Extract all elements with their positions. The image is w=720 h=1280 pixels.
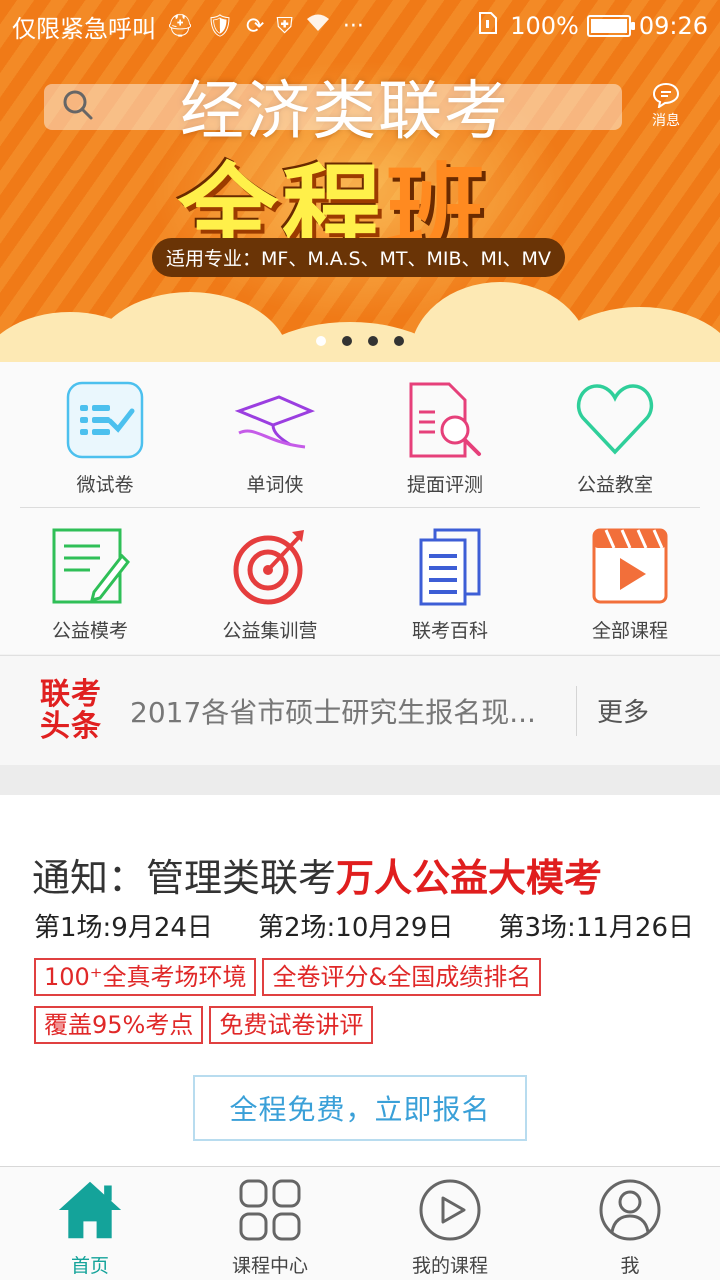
news-headline[interactable]: 2017各省市硕士研究生报名现... (130, 691, 570, 731)
battery-percent: 100% (510, 12, 579, 40)
feature-tag: 免费试卷讲评 (209, 1006, 374, 1044)
carousel-dot (368, 336, 378, 346)
book-list-icon (410, 526, 490, 606)
divider (576, 685, 577, 736)
grid-icon (237, 1177, 303, 1243)
grid-item-all-courses[interactable]: 全部课程 (540, 508, 720, 654)
news-ticker[interactable]: 联考 头条 2017各省市硕士研究生报名现... 更多 (0, 655, 720, 765)
grid-item-interview-eval[interactable]: 提面评测 (360, 362, 530, 507)
tab-label: 首页 (70, 1255, 109, 1277)
status-bar: 仅限紧急呼叫 ⛑ 🛡 ⟳ ⛨ ··· 100% 09:26 (0, 0, 720, 52)
tab-label: 课程中心 (231, 1255, 308, 1277)
play-circle-icon (417, 1177, 483, 1243)
security-icon: ⛨ (276, 13, 293, 39)
grid-item-charity-camp[interactable]: 公益集训营 (180, 508, 360, 654)
feature-tag: 覆盖95%考点 (34, 1006, 204, 1044)
grid-item-label: 全部课程 (591, 620, 668, 642)
home-icon (57, 1177, 123, 1243)
notification-icon: ⛑ (166, 13, 194, 39)
grid-item-label: 提面评测 (406, 474, 483, 496)
carrier-text: 仅限紧急呼叫 (12, 14, 156, 43)
grid-item-micro-exam[interactable]: 微试卷 (20, 362, 190, 507)
carousel-dot (342, 336, 352, 346)
session-2: 第2场:10月29日 (257, 913, 454, 943)
message-label: 消息 (652, 113, 680, 129)
banner-clouds (0, 262, 720, 362)
grid-item-charity-classroom[interactable]: 公益教室 (530, 362, 700, 507)
news-logo-line1: 联考 (40, 676, 102, 712)
carousel-dot (316, 336, 326, 346)
news-logo: 联考 头条 (40, 676, 112, 744)
document-search-icon (405, 380, 485, 460)
feature-tag: 全卷评分&全国成绩排名 (262, 958, 542, 996)
tab-label: 我的课程 (411, 1255, 488, 1277)
section-divider (0, 765, 720, 795)
more-button[interactable]: 更多 (597, 692, 649, 729)
heart-icon (575, 380, 655, 460)
more-icon: ··· (342, 13, 364, 39)
notice-title-prefix: 通知：管理类联考 (32, 856, 337, 900)
clock: 09:26 (638, 12, 708, 40)
notice-title-highlight: 万人公益大模考 (336, 856, 603, 900)
feature-grid: 微试卷 单词侠 提面评测 公益教室 公益模考 公益集训营 联考百科 全部课程 (0, 362, 720, 654)
session-list: 第1场:9月24日 第2场:10月29日 第3场:11月26日 (34, 907, 694, 944)
bottom-tab-bar: 首页 课程中心 我的课程 我 (0, 1166, 720, 1280)
grid-item-label: 公益模考 (51, 620, 128, 642)
search-icon (62, 89, 94, 125)
shield-icon: 🛡 (205, 13, 234, 39)
tab-me[interactable]: 我 (540, 1167, 720, 1280)
banner-carousel[interactable]: 经济类联考 全程班 适用专业：MF、M.A.S、MT、MIB、MI、MV (0, 0, 720, 362)
wifi-icon (305, 13, 331, 39)
feature-tags: 100⁺全真考场环境 全卷评分&全国成绩排名 覆盖95%考点 免费试卷讲评 (34, 958, 694, 1054)
message-button[interactable]: 消息 (640, 82, 692, 130)
session-1: 第1场:9月24日 (34, 913, 213, 943)
exam-check-icon (65, 380, 145, 460)
notice-card: 通知：管理类联考万人公益大模考 第1场:9月24日 第2场:10月29日 第3场… (0, 795, 720, 1167)
news-logo-line2: 头条 (40, 708, 102, 744)
notice-title: 通知：管理类联考万人公益大模考 (32, 847, 602, 902)
target-icon (230, 526, 310, 606)
grid-item-label: 公益教室 (576, 474, 653, 496)
search-bar[interactable] (44, 84, 622, 130)
grid-item-exam-encyclopedia[interactable]: 联考百科 (360, 508, 540, 654)
sim-icon (478, 11, 498, 41)
banner-subtitle: 适用专业：MF、M.A.S、MT、MIB、MI、MV (152, 238, 565, 277)
tab-course-center[interactable]: 课程中心 (180, 1167, 360, 1280)
grid-item-label: 公益集训营 (222, 620, 318, 642)
tab-my-courses[interactable]: 我的课程 (360, 1167, 540, 1280)
grid-item-label: 微试卷 (76, 474, 134, 496)
chat-bubble-icon (640, 82, 692, 108)
battery-icon (586, 15, 635, 37)
signup-button[interactable]: 全程免费，立即报名 (193, 1075, 527, 1141)
feature-tag: 100⁺全真考场环境 (34, 958, 257, 996)
video-play-icon (590, 526, 670, 606)
grid-item-word-hero[interactable]: 单词侠 (190, 362, 360, 507)
carousel-indicator (0, 336, 720, 346)
grid-item-label: 单词侠 (246, 474, 304, 496)
carousel-dot (394, 336, 404, 346)
tab-label: 我 (620, 1255, 640, 1277)
sync-icon: ⟳ (245, 13, 265, 39)
notepad-pencil-icon (50, 526, 130, 606)
user-icon (597, 1177, 663, 1243)
tab-home[interactable]: 首页 (0, 1167, 180, 1280)
graduation-cap-icon (235, 380, 315, 460)
grid-item-charity-mock[interactable]: 公益模考 (0, 508, 180, 654)
grid-item-label: 联考百科 (411, 620, 488, 642)
session-3: 第3场:11月26日 (498, 913, 694, 943)
